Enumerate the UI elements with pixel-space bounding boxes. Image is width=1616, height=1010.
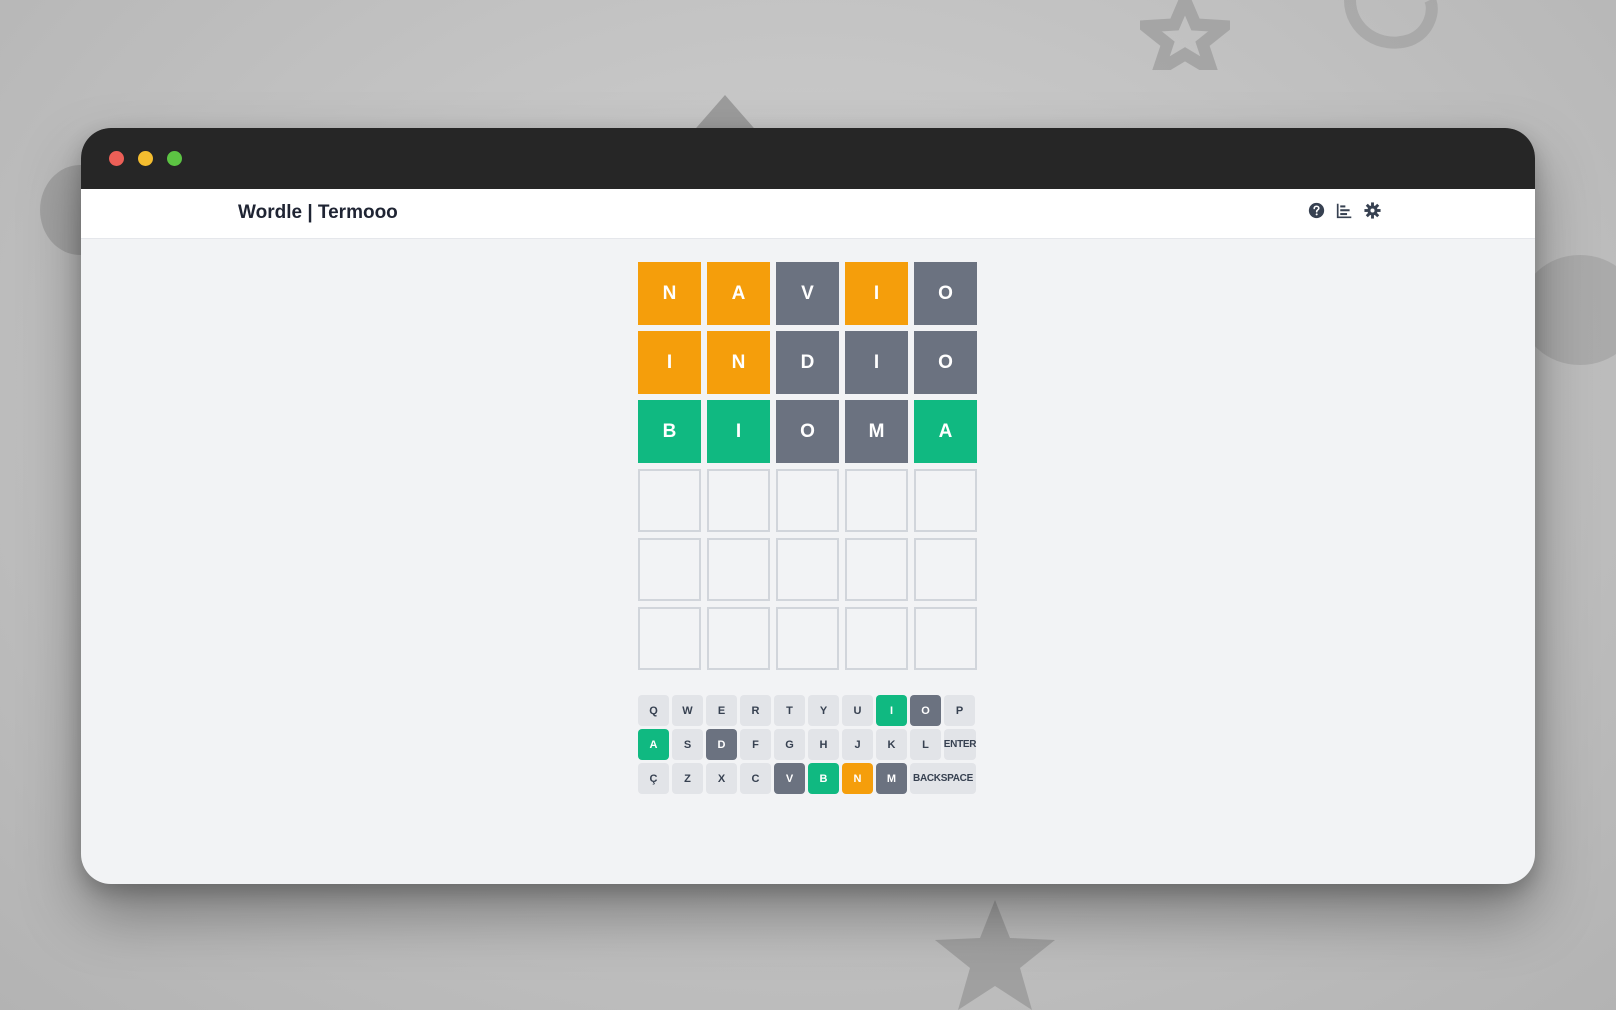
key-m[interactable]: M [876,763,907,794]
board-tile: O [914,331,977,394]
board-tile [914,607,977,670]
key-x[interactable]: X [706,763,737,794]
backspace-key[interactable]: BACKSPACE [910,763,976,794]
board-tile [707,538,770,601]
board-tile [845,607,908,670]
key-l[interactable]: L [910,729,941,760]
key-j[interactable]: J [842,729,873,760]
board-tile: O [914,262,977,325]
key-e[interactable]: E [706,695,737,726]
app-header: Wordle | Termooo [81,189,1535,239]
board-tile [776,469,839,532]
key-q[interactable]: Q [638,695,669,726]
window-titlebar [81,128,1535,189]
enter-key[interactable]: ENTER [944,729,977,760]
key-c-cedilla[interactable]: Ç [638,763,669,794]
key-z[interactable]: Z [672,763,703,794]
board-tile: O [776,400,839,463]
keyboard-row: A S D F G H J K L ENTER [638,729,979,760]
key-i[interactable]: I [876,695,907,726]
key-d[interactable]: D [706,729,737,760]
board-tile: M [845,400,908,463]
keyboard-row: Q W E R T Y U I O P [638,695,979,726]
board-tile: I [845,331,908,394]
key-k[interactable]: K [876,729,907,760]
key-c[interactable]: C [740,763,771,794]
board-tile: I [707,400,770,463]
maximize-window-button[interactable] [167,151,182,166]
key-o[interactable]: O [910,695,941,726]
board-tile [845,469,908,532]
key-h[interactable]: H [808,729,839,760]
help-question-icon[interactable] [1308,202,1325,219]
board-tile [776,607,839,670]
board-tile [914,469,977,532]
background-cloud-icon [1344,0,1438,49]
key-s[interactable]: S [672,729,703,760]
board-tile [707,469,770,532]
board-tile [845,538,908,601]
header-actions [1308,202,1381,219]
board-tile: D [776,331,839,394]
board-tile: I [638,331,701,394]
board-tile: A [707,262,770,325]
board-tile [914,538,977,601]
board-tile: I [845,262,908,325]
settings-gear-icon[interactable] [1364,202,1381,219]
board-tile: V [776,262,839,325]
key-a[interactable]: A [638,729,669,760]
key-v[interactable]: V [774,763,805,794]
minimize-window-button[interactable] [138,151,153,166]
key-f[interactable]: F [740,729,771,760]
board-tile: B [638,400,701,463]
on-screen-keyboard: Q W E R T Y U I O P A S D F G H J K L EN… [638,695,979,797]
key-u[interactable]: U [842,695,873,726]
board-tile [707,607,770,670]
board-tile: A [914,400,977,463]
key-t[interactable]: T [774,695,805,726]
browser-window: Wordle | Termooo N A V I O I N D I O B I… [81,128,1535,884]
key-b[interactable]: B [808,763,839,794]
key-r[interactable]: R [740,695,771,726]
game-board: N A V I O I N D I O B I O M A [638,262,977,670]
background-star-icon [1140,0,1230,70]
board-tile [638,607,701,670]
close-window-button[interactable] [109,151,124,166]
key-y[interactable]: Y [808,695,839,726]
page-title: Wordle | Termooo [238,202,398,223]
background-star-icon [935,900,1055,1010]
board-tile [776,538,839,601]
key-n[interactable]: N [842,763,873,794]
key-w[interactable]: W [672,695,703,726]
statistics-chart-icon[interactable] [1336,202,1353,219]
key-p[interactable]: P [944,695,975,726]
board-tile: N [707,331,770,394]
keyboard-row: Ç Z X C V B N M BACKSPACE [638,763,979,794]
key-g[interactable]: G [774,729,805,760]
board-tile: N [638,262,701,325]
board-tile [638,538,701,601]
board-tile [638,469,701,532]
